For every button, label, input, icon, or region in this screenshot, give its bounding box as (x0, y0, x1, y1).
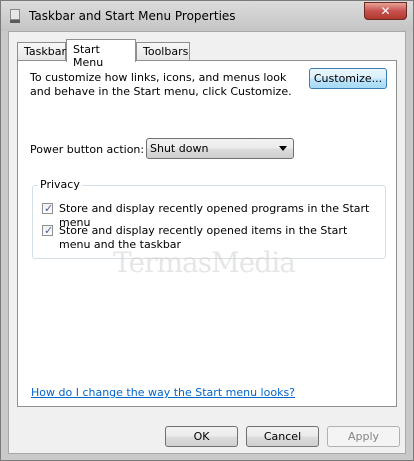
power-button-select[interactable]: Shut down (146, 138, 294, 159)
customize-description: To customize how links, icons, and menus… (30, 71, 292, 98)
close-icon: ✕ (380, 4, 391, 18)
apply-button[interactable]: Apply (327, 426, 400, 447)
dropdown-arrow-icon (279, 146, 287, 151)
tab-toolbars[interactable]: Toolbars (136, 42, 190, 61)
properties-window: Taskbar and Start Menu Properties ✕ Task… (0, 0, 414, 461)
customize-button[interactable]: Customize... (309, 68, 387, 89)
recent-items-checkbox[interactable]: ✓ (42, 224, 54, 237)
tab-taskbar[interactable]: Taskbar (17, 42, 66, 61)
watermark: TermasMedia (113, 246, 296, 279)
tab-label: Toolbars (143, 45, 189, 58)
app-icon (10, 9, 20, 23)
close-button[interactable]: ✕ (364, 2, 407, 20)
recent-programs-checkbox[interactable]: ✓ (42, 202, 54, 215)
checkmark-icon: ✓ (44, 202, 54, 215)
power-button-value: Shut down (150, 142, 209, 155)
start-menu-panel: To customize how links, icons, and menus… (17, 60, 397, 407)
power-button-label: Power button action: (30, 143, 145, 156)
tab-label: Taskbar (24, 45, 66, 58)
title-bar[interactable]: Taskbar and Start Menu Properties ✕ (1, 1, 413, 31)
tab-start-menu[interactable]: Start Menu (66, 39, 136, 69)
ok-button-label: OK (193, 430, 210, 443)
dialog-client-area: Taskbar Start Menu Toolbars To customize… (8, 31, 406, 454)
cancel-button-label: Cancel (263, 430, 302, 443)
customize-button-label: Customize... (313, 72, 383, 85)
ok-button[interactable]: OK (165, 426, 238, 447)
cancel-button[interactable]: Cancel (246, 426, 319, 447)
privacy-group-title: Privacy (38, 178, 82, 191)
window-title: Taskbar and Start Menu Properties (29, 9, 236, 23)
start-menu-help-link[interactable]: How do I change the way the Start menu l… (31, 386, 295, 399)
tab-label: Start Menu (73, 43, 104, 69)
recent-programs-option[interactable]: ✓ Store and display recently opened prog… (42, 202, 382, 229)
checkmark-icon: ✓ (44, 224, 54, 237)
apply-button-label: Apply (347, 430, 380, 443)
